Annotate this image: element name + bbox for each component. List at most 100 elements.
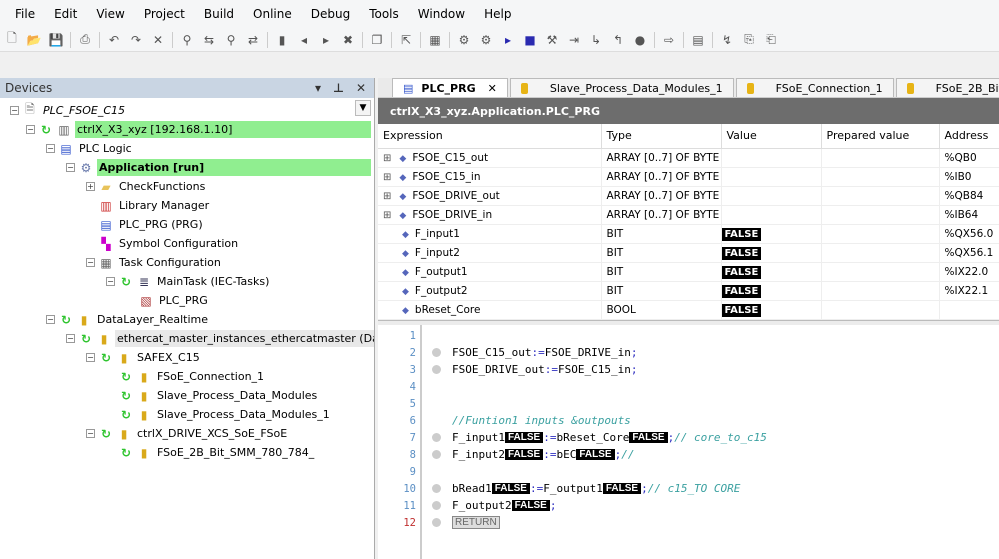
code-line[interactable]: 7 F_input1 FALSE:= bReset_Core FALSE;// core… <box>378 429 999 446</box>
tree-item[interactable]: − ↻ ▥ ctrlX_X3_xyz [192.168.1.10] <box>26 120 371 139</box>
build-icon[interactable]: ▦ <box>427 32 443 48</box>
breakpoint-marker-icon[interactable] <box>432 348 441 357</box>
menu-file[interactable]: File <box>8 7 47 21</box>
menu-project[interactable]: Project <box>137 7 197 21</box>
tree-item[interactable]: − ↻ ▮ DataLayer_Realtime <box>46 310 210 329</box>
expand-icon[interactable]: + <box>86 182 95 191</box>
menu-view[interactable]: View <box>89 7 136 21</box>
prepared-value-cell[interactable] <box>821 148 940 168</box>
prepared-value-cell[interactable] <box>821 243 940 263</box>
code-line[interactable]: 11 F_output2 FALSE ; <box>378 497 999 514</box>
table-row[interactable]: ◆ F_input1 BIT FALSE %QX56.0 <box>378 224 999 244</box>
collapse-icon[interactable]: − <box>46 144 55 153</box>
value-cell[interactable] <box>721 148 822 168</box>
tree-item[interactable]: − ↻ ▮ ctrlX_DRIVE_XCS_SoE_FSoE <box>86 424 289 443</box>
tree-item[interactable]: + ▰ CheckFunctions <box>86 177 207 196</box>
tree-item[interactable]: − ↻ ▮ SAFEX_C15 <box>86 348 202 367</box>
force-icon[interactable]: ⎗ <box>763 32 779 48</box>
table-row[interactable]: ◆ F_output2 BIT FALSE %IX22.1 <box>378 281 999 301</box>
write-icon[interactable]: ⎘ <box>741 32 757 48</box>
dropdown-icon[interactable]: ▾ <box>315 81 321 95</box>
code-line[interactable]: 10 bRead1 FALSE:= F_output1 FALSE;// c15_TO … <box>378 480 999 497</box>
breakpoint-marker-icon[interactable] <box>432 518 441 527</box>
code-line[interactable]: 1 <box>378 327 999 344</box>
column-header-value[interactable]: Value <box>721 124 822 149</box>
collapse-icon[interactable]: − <box>106 277 115 286</box>
tree-item[interactable]: − ⚙ Application [run] <box>66 158 371 177</box>
tree-item[interactable]: ↻ ▮ Slave_Process_Data_Modules <box>106 386 319 405</box>
tree-item[interactable]: − 🗎 PLC_FSOE_C15 <box>10 101 127 120</box>
table-row[interactable]: ◆ F_input2 BIT FALSE %QX56.1 <box>378 243 999 263</box>
menu-window[interactable]: Window <box>411 7 477 21</box>
code-line[interactable]: 9 <box>378 463 999 480</box>
table-row[interactable]: ⊞ ◆ FSOE_DRIVE_in ARRAY [0..7] OF BYTE %IB64 <box>378 205 999 225</box>
column-header-address[interactable]: Address <box>939 124 999 149</box>
bookmark-icon[interactable]: ▮ <box>274 32 290 48</box>
reset-icon[interactable]: ⚒ <box>544 32 560 48</box>
tab-plc_prg[interactable]: ▤ PLC_PRG ✕ <box>392 78 508 97</box>
value-cell[interactable]: FALSE <box>721 262 822 282</box>
gear-icon[interactable]: ⚙ <box>456 32 472 48</box>
close-tab-icon[interactable]: ✕ <box>488 82 497 95</box>
open-icon[interactable]: 📂 <box>26 32 42 48</box>
code-line[interactable]: 3 FSOE_DRIVE_out:= FSOE_C15_in; <box>378 361 999 378</box>
tree-item[interactable]: ↻ ▮ FSoE_2B_Bit_SMM_780_784_ <box>106 443 316 462</box>
delete-icon[interactable]: ✕ <box>150 32 166 48</box>
code-line[interactable]: 6 //Funtion1 inputs &outpouts <box>378 412 999 429</box>
menu-tools[interactable]: Tools <box>362 7 411 21</box>
stop-icon[interactable]: ■ <box>522 32 538 48</box>
new-icon[interactable]: 🗋 <box>4 31 20 48</box>
prepared-value-cell[interactable] <box>821 224 940 244</box>
goto-icon[interactable]: ⇨ <box>661 32 677 48</box>
table-row[interactable]: ⊞ ◆ FSOE_C15_in ARRAY [0..7] OF BYTE %IB0 <box>378 167 999 187</box>
print-icon[interactable]: ⎙ <box>77 32 93 48</box>
collapse-icon[interactable]: − <box>10 106 19 115</box>
redo-icon[interactable]: ↷ <box>128 32 144 48</box>
find-icon[interactable]: ⚲ <box>179 32 195 48</box>
column-header-type[interactable]: Type <box>601 124 722 149</box>
tree-item[interactable]: − ↻ ≣ MainTask (IEC-Tasks) <box>106 272 271 291</box>
breakpoint-marker-icon[interactable] <box>432 365 441 374</box>
table-row[interactable]: ◆ F_output1 BIT FALSE %IX22.0 <box>378 262 999 282</box>
prev-bookmark-icon[interactable]: ◂ <box>296 32 312 48</box>
undo-icon[interactable]: ↶ <box>106 32 122 48</box>
collapse-icon[interactable]: − <box>66 163 75 172</box>
tree-item[interactable]: ↻ ▮ Slave_Process_Data_Modules_1 <box>106 405 332 424</box>
monitor-icon[interactable]: ▤ <box>690 32 706 48</box>
code-line[interactable]: 4 <box>378 378 999 395</box>
value-cell[interactable]: FALSE <box>721 224 822 244</box>
tree-item[interactable]: ▥ Library Manager <box>86 196 211 215</box>
column-header-prepared-value[interactable]: Prepared value <box>821 124 940 149</box>
value-cell[interactable]: FALSE <box>721 300 822 320</box>
tree-item[interactable]: − ▤ PLC Logic <box>46 139 134 158</box>
expand-icon[interactable]: ⊞ <box>383 191 391 202</box>
step-into-icon[interactable]: ↳ <box>588 32 604 48</box>
prepared-value-cell[interactable] <box>821 281 940 301</box>
tree-item[interactable]: ▧ PLC_PRG <box>126 291 210 310</box>
menu-build[interactable]: Build <box>197 7 246 21</box>
breakpoint-marker-icon[interactable] <box>432 450 441 459</box>
menu-help[interactable]: Help <box>477 7 523 21</box>
tab-fsoe_2b_bit_s[interactable]: FSoE_2B_Bit_S <box>895 78 999 97</box>
tab-slave_process_data_modules_1[interactable]: Slave_Process_Data_Modules_1 <box>509 78 734 97</box>
menu-online[interactable]: Online <box>246 7 304 21</box>
clear-bookmark-icon[interactable]: ✖ <box>340 32 356 48</box>
prepared-value-cell[interactable] <box>821 205 940 225</box>
breakpoint-marker-icon[interactable] <box>432 433 441 442</box>
tree-item[interactable]: ▚ Symbol Configuration <box>86 234 240 253</box>
breakpoint-marker-icon[interactable] <box>432 484 441 493</box>
table-row[interactable]: ◆ bReset_Core BOOL FALSE <box>378 300 999 320</box>
find-replace-icon[interactable]: ⇆ <box>201 32 217 48</box>
collapse-icon[interactable]: − <box>46 315 55 324</box>
prepared-value-cell[interactable] <box>821 262 940 282</box>
menu-debug[interactable]: Debug <box>304 7 362 21</box>
code-line[interactable]: 2 FSOE_C15_out:= FSOE_DRIVE_in; <box>378 344 999 361</box>
pin-icon[interactable]: ⊥ <box>333 81 344 95</box>
code-line[interactable]: 5 <box>378 395 999 412</box>
tree-item[interactable]: − ↻ ▮ ethercat_master_instances_ethercatmas… <box>66 329 374 348</box>
collapse-icon[interactable]: − <box>66 334 75 343</box>
expand-icon[interactable]: ⊞ <box>383 210 391 221</box>
tree-item[interactable]: − ▦ Task Configuration <box>86 253 223 272</box>
expand-icon[interactable]: ⊞ <box>383 172 391 183</box>
tree-item[interactable]: ↻ ▮ FSoE_Connection_1 <box>106 367 266 386</box>
